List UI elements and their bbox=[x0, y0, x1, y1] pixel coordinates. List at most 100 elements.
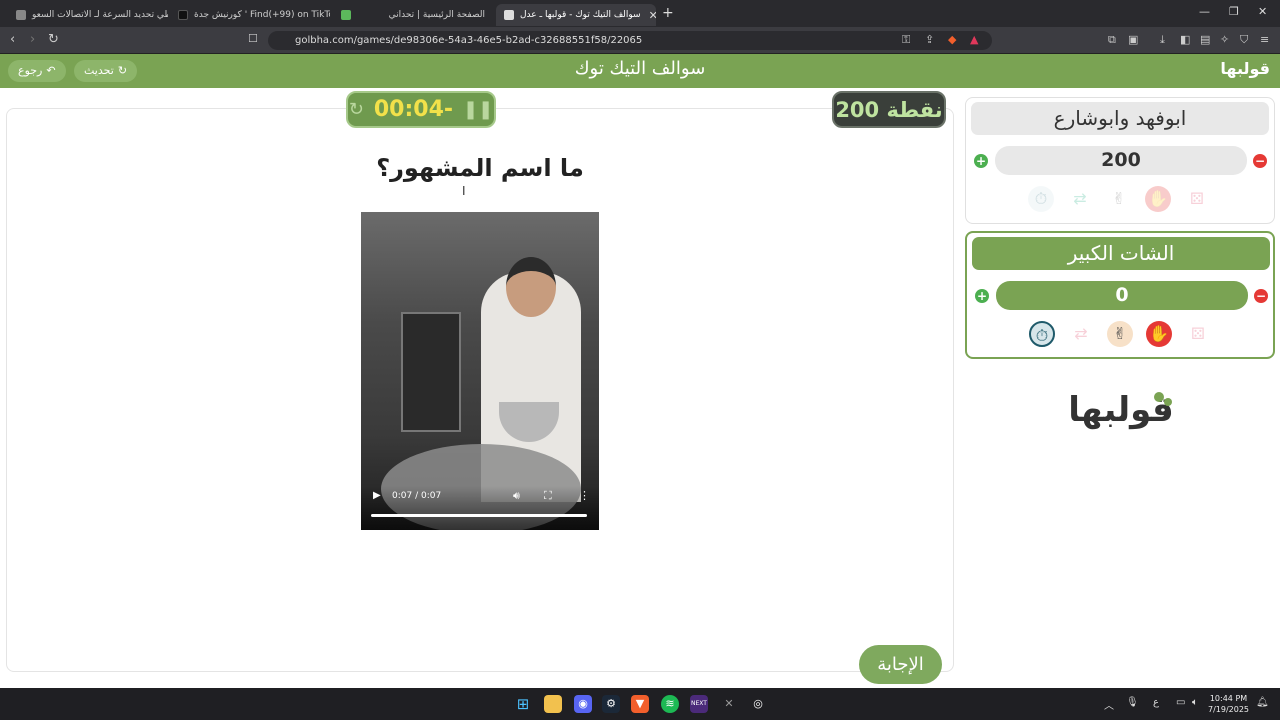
spotify-icon[interactable]: ≋ bbox=[661, 695, 679, 713]
dice-icon[interactable]: ⚄ bbox=[1185, 321, 1211, 347]
close-tab-icon[interactable]: ✕ bbox=[649, 9, 656, 22]
download-icon[interactable]: ⤓ bbox=[1160, 33, 1165, 47]
new-tab-icon[interactable]: + bbox=[662, 5, 674, 21]
extensions-icon[interactable]: ⧉ bbox=[1108, 33, 1116, 47]
browser-tab-bar: تخطي تحديد السرعة لـ الاتصالات السعو كور… bbox=[0, 0, 1280, 27]
clock-time: 10:44 PM bbox=[1209, 694, 1248, 703]
stop-hand-icon[interactable]: ✋ bbox=[1145, 186, 1171, 212]
team-score: 200 bbox=[995, 146, 1247, 175]
subtract-points-icon[interactable]: − bbox=[1253, 154, 1267, 168]
tab-active-game[interactable]: سوالف التيك توك - قولبها ـ عدل ✕ bbox=[496, 4, 656, 26]
speaker-icon[interactable]: 🔈︎ bbox=[1192, 697, 1198, 708]
brave-icon[interactable]: ▼ bbox=[631, 695, 649, 713]
brave-shield-icon[interactable]: ◆ bbox=[948, 33, 956, 46]
wallet-icon[interactable]: ▤ bbox=[1200, 33, 1210, 46]
app-icon[interactable]: ✕ bbox=[720, 695, 738, 713]
team-card-1: ابوفهد وابوشارع + 200 − ⏱ ⇄ ✌ ✋ ⚄ bbox=[965, 97, 1275, 224]
tab-tiktok[interactable]: كورنيش جدة ' Find(+99) on TikTok | T bbox=[170, 4, 330, 26]
clock-date: 7/19/2025 bbox=[1208, 705, 1250, 714]
game-title: سوالف التيك توك bbox=[574, 58, 706, 79]
add-points-icon[interactable]: + bbox=[974, 154, 988, 168]
file-explorer-icon[interactable] bbox=[544, 695, 562, 713]
answer-button[interactable]: الإجابة bbox=[859, 645, 942, 684]
play-icon[interactable]: ▶ bbox=[373, 490, 381, 501]
network-icon[interactable]: ▭ bbox=[1176, 697, 1185, 708]
url-field[interactable]: golbha.com/games/de98306e-54a3-46e5-b2ad… bbox=[268, 31, 992, 50]
site-logo: قولبها bbox=[1066, 390, 1176, 430]
powerups-row: ⏱ ⇄ ✌ ✋ ⚄ bbox=[1029, 321, 1225, 351]
tab-favicon-icon bbox=[341, 10, 351, 20]
team-score: 0 bbox=[996, 281, 1248, 310]
close-window-icon[interactable]: ✕ bbox=[1258, 5, 1267, 18]
vpn-icon[interactable]: ⛉ bbox=[1240, 33, 1248, 47]
bookmark-icon[interactable]: ☐ bbox=[248, 32, 258, 45]
video-time: 0:07 / 0:07 bbox=[392, 491, 442, 501]
pause-icon[interactable]: ❚❚ bbox=[463, 99, 493, 120]
restart-timer-icon[interactable]: ↻ bbox=[349, 99, 364, 120]
tab-label: سوالف التيك توك - قولبها ـ عدل bbox=[520, 10, 641, 20]
powerups-row: ⏱ ⇄ ✌ ✋ ⚄ bbox=[1028, 186, 1224, 216]
video-progress-bar[interactable] bbox=[371, 514, 587, 517]
tiktok-icon bbox=[178, 10, 188, 20]
restore-icon[interactable]: ❐ bbox=[1229, 5, 1239, 18]
timer: ↻ 00:04- ❚❚ bbox=[346, 91, 496, 128]
sidebar-icon[interactable]: ◧ bbox=[1180, 33, 1190, 46]
stopwatch-icon[interactable]: ⏱ bbox=[1028, 186, 1054, 212]
team-card-2: الشات الكبير + 0 − ⏱ ⇄ ✌ ✋ ⚄ bbox=[965, 231, 1275, 359]
leo-icon[interactable]: ✧ bbox=[1220, 33, 1229, 46]
tab-label: كورنيش جدة ' Find(+99) on TikTok | T bbox=[194, 10, 330, 20]
minimize-icon[interactable]: — bbox=[1199, 5, 1210, 18]
discord-icon[interactable]: ◉ bbox=[574, 695, 592, 713]
microphone-icon[interactable]: 🎙︎ bbox=[1126, 697, 1139, 708]
volume-icon[interactable]: 🔊︎ bbox=[513, 489, 520, 503]
add-points-icon[interactable]: + bbox=[975, 289, 989, 303]
brave-rewards-icon[interactable]: ▲ bbox=[970, 33, 978, 46]
menu-icon[interactable]: ≡ bbox=[1260, 33, 1269, 46]
more-options-icon[interactable]: ⋮ bbox=[579, 489, 590, 502]
header-logo[interactable]: قولبها bbox=[1220, 59, 1270, 78]
app-header: رجوع ↶ تحديث ↻ سوالف التيك توك قولبها bbox=[0, 54, 1280, 88]
share-icon[interactable]: ⇪ bbox=[925, 33, 934, 46]
stopwatch-icon[interactable]: ⏱ bbox=[1029, 321, 1055, 347]
logo-dot bbox=[1154, 392, 1164, 402]
clock[interactable]: 10:44 PM 7/19/2025 bbox=[1208, 693, 1249, 715]
swap-icon[interactable]: ⇄ bbox=[1068, 321, 1094, 347]
logo-dot bbox=[1164, 398, 1172, 406]
screenshot-icon[interactable]: ▣ bbox=[1128, 33, 1138, 46]
tab-speedtest[interactable]: تخطي تحديد السرعة لـ الاتصالات السعو bbox=[8, 4, 168, 26]
address-bar-row: ‹ › ↻ ☐ golbha.com/games/de98306e-54a3-4… bbox=[0, 27, 1280, 54]
dice-icon[interactable]: ⚄ bbox=[1184, 186, 1210, 212]
text-cursor-icon: I bbox=[462, 184, 466, 198]
team-name: ابوفهد وابوشارع bbox=[971, 102, 1269, 135]
two-fingers-icon[interactable]: ✌ bbox=[1107, 321, 1133, 347]
next-app-icon[interactable]: NEXT bbox=[690, 695, 708, 713]
video-frame-oven bbox=[401, 312, 461, 432]
forward-arrow-icon[interactable]: › bbox=[30, 32, 35, 47]
subtract-points-icon[interactable]: − bbox=[1254, 289, 1268, 303]
tab-label: الصفحة الرئيسية | تحداني bbox=[388, 10, 485, 20]
tab-label: تخطي تحديد السرعة لـ الاتصالات السعو bbox=[32, 10, 168, 20]
team-name: الشات الكبير bbox=[972, 237, 1270, 270]
points-badge: 200 نقطة bbox=[832, 91, 946, 128]
video-player[interactable]: ▶ 0:07 / 0:07 🔊︎ ⛶ ⋮ bbox=[361, 212, 599, 530]
tab-favicon-icon bbox=[16, 10, 26, 20]
tab-favicon-icon bbox=[504, 10, 514, 20]
stop-hand-icon[interactable]: ✋ bbox=[1146, 321, 1172, 347]
windows-start-icon[interactable]: ⊞ bbox=[514, 695, 532, 713]
back-arrow-icon[interactable]: ‹ bbox=[10, 32, 15, 47]
question-text: ما اسم المشهور؟ bbox=[376, 154, 584, 182]
video-frame-head bbox=[506, 257, 556, 317]
notifications-icon[interactable]: 🔔︎ bbox=[1256, 697, 1269, 708]
tray-chevron-icon[interactable]: ︿ bbox=[1104, 697, 1114, 712]
steam-icon[interactable]: ⚙ bbox=[602, 695, 620, 713]
swap-icon[interactable]: ⇄ bbox=[1067, 186, 1093, 212]
video-controls: ▶ 0:07 / 0:07 🔊︎ ⛶ ⋮ bbox=[361, 486, 599, 530]
fullscreen-icon[interactable]: ⛶ bbox=[544, 489, 552, 503]
key-icon[interactable]: ⚿ bbox=[902, 33, 910, 47]
two-fingers-icon[interactable]: ✌ bbox=[1106, 186, 1132, 212]
tab-home[interactable]: الصفحة الرئيسية | تحداني bbox=[333, 4, 493, 26]
overwolf-icon[interactable]: ◎ bbox=[749, 695, 767, 713]
language-indicator[interactable]: ع bbox=[1153, 697, 1159, 708]
reload-icon[interactable]: ↻ bbox=[48, 32, 59, 47]
taskbar: ⊞ ◉ ⚙ ▼ ≋ NEXT ✕ ◎ ︿ 🎙︎ ع ▭ 🔈︎ 10:44 PM … bbox=[0, 688, 1280, 720]
